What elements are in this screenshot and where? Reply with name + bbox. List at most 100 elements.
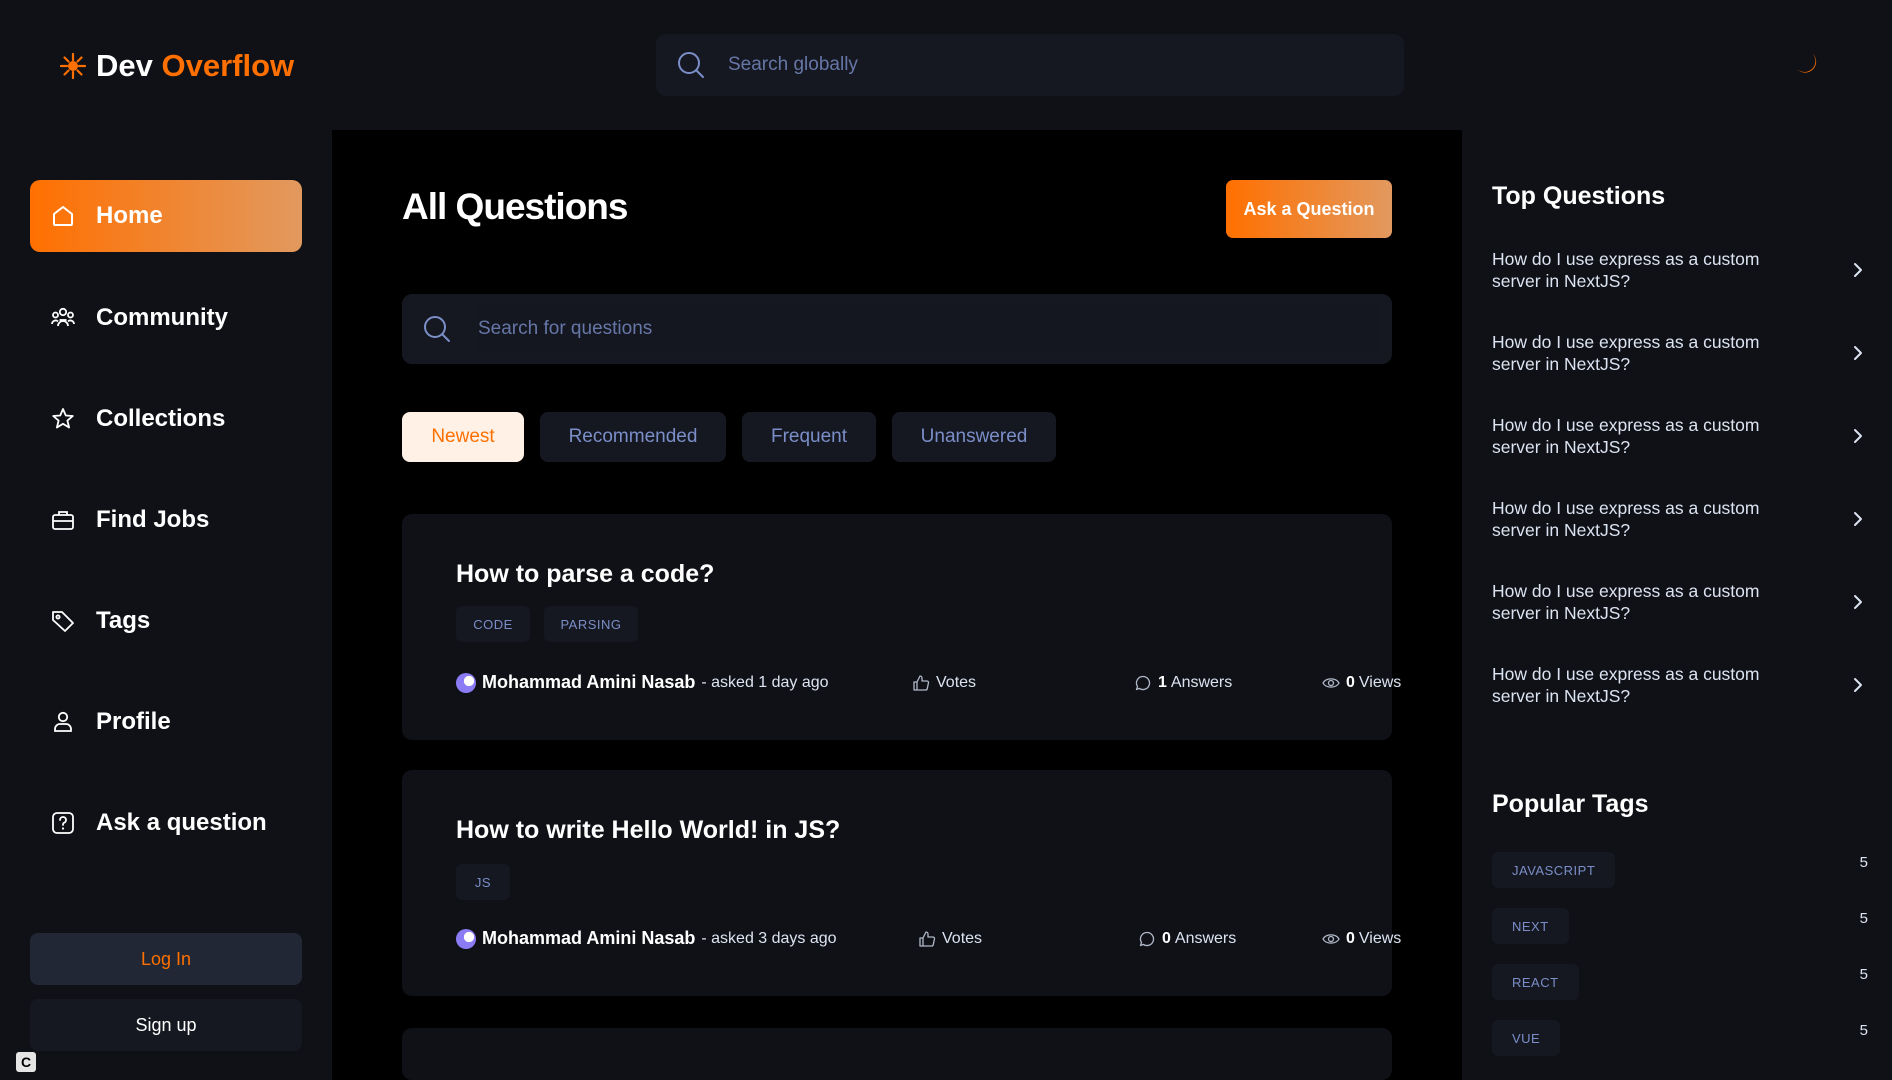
- tag-chip[interactable]: JAVASCRIPT: [1492, 852, 1616, 888]
- sidebar-item-find-jobs[interactable]: Find Jobs: [30, 484, 302, 556]
- votes-stat: Votes: [918, 930, 982, 948]
- top-question-item[interactable]: How do I use express as a custom server …: [1492, 414, 1872, 460]
- question-author-meta[interactable]: Mohammad Amini Nasab - asked 3 days ago: [456, 928, 837, 949]
- views-stat: 0 Views: [1322, 930, 1401, 948]
- sidebar-item-community[interactable]: Community: [30, 282, 302, 354]
- filter-unanswered[interactable]: Unanswered: [892, 412, 1056, 462]
- chevron-right-icon: [1854, 512, 1862, 526]
- votes-label: Votes: [942, 930, 983, 947]
- views-label: Views: [1358, 930, 1402, 947]
- top-question-text[interactable]: How do I use express as a custom server …: [1492, 331, 1802, 375]
- answers-stat: 0 Answers: [1138, 930, 1236, 948]
- tag-chip[interactable]: NEXT: [1492, 908, 1569, 944]
- views-stat: 0 Views: [1322, 674, 1401, 692]
- moon-icon[interactable]: [1792, 50, 1820, 78]
- top-question-text[interactable]: How do I use express as a custom server …: [1492, 663, 1802, 707]
- sidebar-item-profile[interactable]: Profile: [30, 686, 302, 758]
- question-icon: [52, 812, 74, 834]
- page-title: All Questions: [402, 186, 628, 227]
- home-icon: [53, 206, 73, 226]
- tag-count: 5: [1859, 854, 1868, 871]
- top-question-item[interactable]: How do I use express as a custom server …: [1492, 331, 1872, 377]
- popular-tags-heading: Popular Tags: [1492, 790, 1649, 818]
- top-navbar: Dev Overflow: [0, 0, 1892, 130]
- logo[interactable]: Dev Overflow: [58, 46, 294, 86]
- question-title[interactable]: How to parse a code?: [456, 560, 714, 589]
- global-search[interactable]: [656, 34, 1404, 96]
- question-card[interactable]: [402, 1028, 1392, 1080]
- logo-text-dev: Dev: [96, 48, 153, 83]
- top-questions-heading: Top Questions: [1492, 182, 1666, 210]
- question-author-meta[interactable]: Mohammad Amini Nasab - asked 1 day ago: [456, 672, 829, 693]
- avatar: [456, 928, 476, 949]
- sidebar-item-label: Ask a question: [96, 809, 267, 836]
- left-sidebar: Home Community Collections Find Jobs Tag…: [0, 130, 332, 1080]
- chevron-right-icon: [1854, 346, 1862, 360]
- thumbs-up-icon: [919, 931, 936, 947]
- asked-time: - asked 1 day ago: [701, 673, 829, 691]
- sidebar-item-label: Collections: [96, 405, 226, 432]
- chevron-right-icon: [1854, 263, 1862, 277]
- asked-time: - asked 3 days ago: [701, 929, 837, 947]
- sidebar-item-home[interactable]: Home: [30, 180, 302, 252]
- tag-chip[interactable]: VUE: [1492, 1020, 1561, 1056]
- popular-tag-row[interactable]: NEXT 5: [1492, 908, 1872, 944]
- top-question-item[interactable]: How do I use express as a custom server …: [1492, 663, 1872, 709]
- ask-question-button[interactable]: Ask a Question: [1226, 180, 1392, 238]
- tag-chip[interactable]: CODE: [456, 606, 530, 642]
- views-count: 0: [1346, 930, 1355, 947]
- filter-frequent[interactable]: Frequent: [742, 412, 876, 462]
- chevron-right-icon: [1854, 678, 1862, 692]
- signup-button[interactable]: Sign up: [30, 999, 302, 1051]
- sidebar-item-collections[interactable]: Collections: [30, 383, 302, 455]
- top-question-item[interactable]: How do I use express as a custom server …: [1492, 248, 1872, 294]
- question-card[interactable]: How to parse a code? CODE PARSING Mohamm…: [402, 514, 1401, 740]
- tag-chip[interactable]: REACT: [1492, 964, 1579, 1000]
- filter-recommended[interactable]: Recommended: [540, 412, 726, 462]
- top-question-text[interactable]: How do I use express as a custom server …: [1492, 414, 1802, 458]
- sidebar-item-tags[interactable]: Tags: [30, 585, 302, 657]
- popular-tag-row[interactable]: REACT 5: [1492, 964, 1872, 1000]
- tag-count: 5: [1859, 966, 1868, 983]
- top-question-item[interactable]: How do I use express as a custom server …: [1492, 497, 1872, 543]
- answers-count: 1: [1158, 674, 1167, 691]
- users-icon: [51, 307, 75, 327]
- tag-chip[interactable]: PARSING: [544, 606, 638, 642]
- main-content: All Questions Ask a Question Newest Reco…: [332, 130, 1462, 1080]
- answers-label: Answers: [1170, 674, 1233, 691]
- sidebar-item-ask-question[interactable]: Ask a question: [30, 787, 302, 859]
- login-button[interactable]: Log In: [30, 933, 302, 985]
- votes-label: Votes: [936, 674, 977, 691]
- popular-tag-row[interactable]: VUE 5: [1492, 1020, 1872, 1056]
- question-title[interactable]: How to write Hello World! in JS?: [456, 816, 840, 845]
- tag-count: 5: [1859, 1022, 1868, 1039]
- votes-stat: Votes: [912, 674, 976, 692]
- tag-icon: [52, 611, 74, 632]
- question-search[interactable]: [402, 294, 1392, 364]
- chevron-right-icon: [1854, 429, 1862, 443]
- logo-icon: [59, 52, 87, 80]
- author-name[interactable]: Mohammad Amini Nasab: [482, 928, 695, 949]
- sidebar-item-label: Tags: [96, 607, 151, 634]
- message-icon: [1135, 675, 1151, 691]
- tag-count: 5: [1859, 910, 1868, 927]
- sidebar-item-label: Profile: [96, 708, 171, 735]
- answers-stat: 1 Answers: [1134, 674, 1232, 692]
- top-question-text[interactable]: How do I use express as a custom server …: [1492, 580, 1802, 624]
- filter-newest[interactable]: Newest: [402, 412, 524, 462]
- sidebar-item-label: Find Jobs: [96, 506, 210, 533]
- search-icon: [678, 52, 704, 78]
- top-question-text[interactable]: How do I use express as a custom server …: [1492, 497, 1802, 541]
- tag-chip[interactable]: JS: [456, 864, 510, 900]
- eye-icon: [1322, 934, 1340, 944]
- user-icon: [54, 711, 72, 732]
- popular-tag-row[interactable]: JAVASCRIPT 5: [1492, 852, 1872, 888]
- top-question-item[interactable]: How do I use express as a custom server …: [1492, 580, 1872, 626]
- top-question-text[interactable]: How do I use express as a custom server …: [1492, 248, 1802, 292]
- author-name[interactable]: Mohammad Amini Nasab: [482, 672, 695, 693]
- briefcase-icon: [52, 511, 74, 530]
- question-search-input[interactable]: [478, 305, 1378, 353]
- views-count: 0: [1346, 674, 1355, 691]
- question-card[interactable]: How to write Hello World! in JS? JS Moha…: [402, 770, 1401, 996]
- global-search-input[interactable]: [728, 54, 1328, 76]
